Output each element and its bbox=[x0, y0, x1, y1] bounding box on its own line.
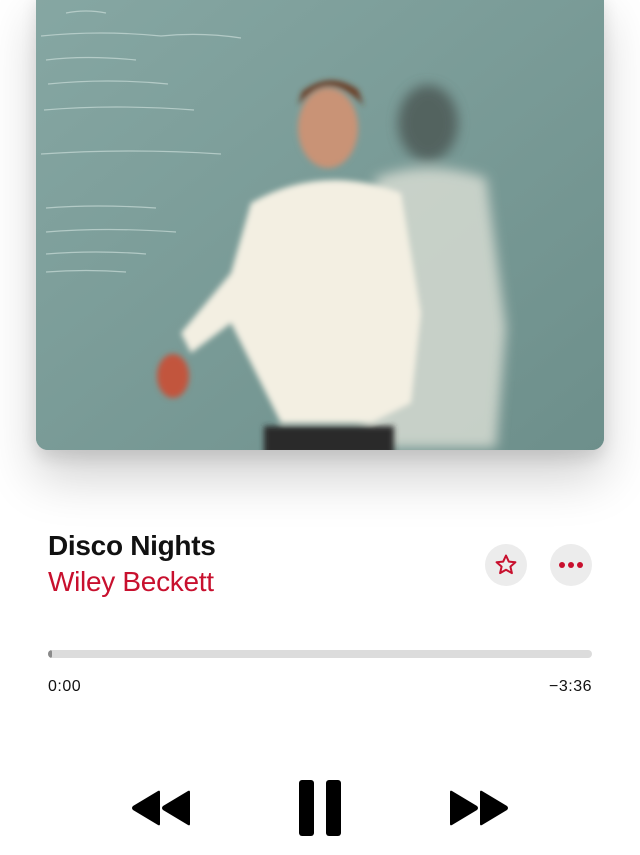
ellipsis-icon bbox=[559, 562, 583, 568]
more-options-button[interactable] bbox=[550, 544, 592, 586]
fast-forward-icon bbox=[450, 790, 508, 826]
fast-forward-button[interactable] bbox=[446, 786, 512, 830]
now-playing-screen: Disco Nights Wiley Beckett 0:00 −3:36 bbox=[0, 0, 640, 855]
rewind-button[interactable] bbox=[128, 786, 194, 830]
album-artwork-image bbox=[36, 0, 604, 450]
album-artwork bbox=[36, 0, 604, 450]
pause-icon bbox=[299, 780, 341, 836]
track-title: Disco Nights bbox=[48, 530, 216, 561]
star-icon bbox=[495, 554, 517, 575]
pause-button[interactable] bbox=[294, 776, 346, 840]
elapsed-time: 0:00 bbox=[48, 678, 82, 695]
playback-progress-fill bbox=[48, 650, 52, 658]
playback-progress-bar[interactable] bbox=[48, 650, 592, 658]
remaining-time: −3:36 bbox=[549, 678, 592, 695]
favorite-button[interactable] bbox=[485, 544, 527, 586]
track-artist[interactable]: Wiley Beckett bbox=[48, 566, 214, 598]
rewind-icon bbox=[132, 790, 190, 826]
